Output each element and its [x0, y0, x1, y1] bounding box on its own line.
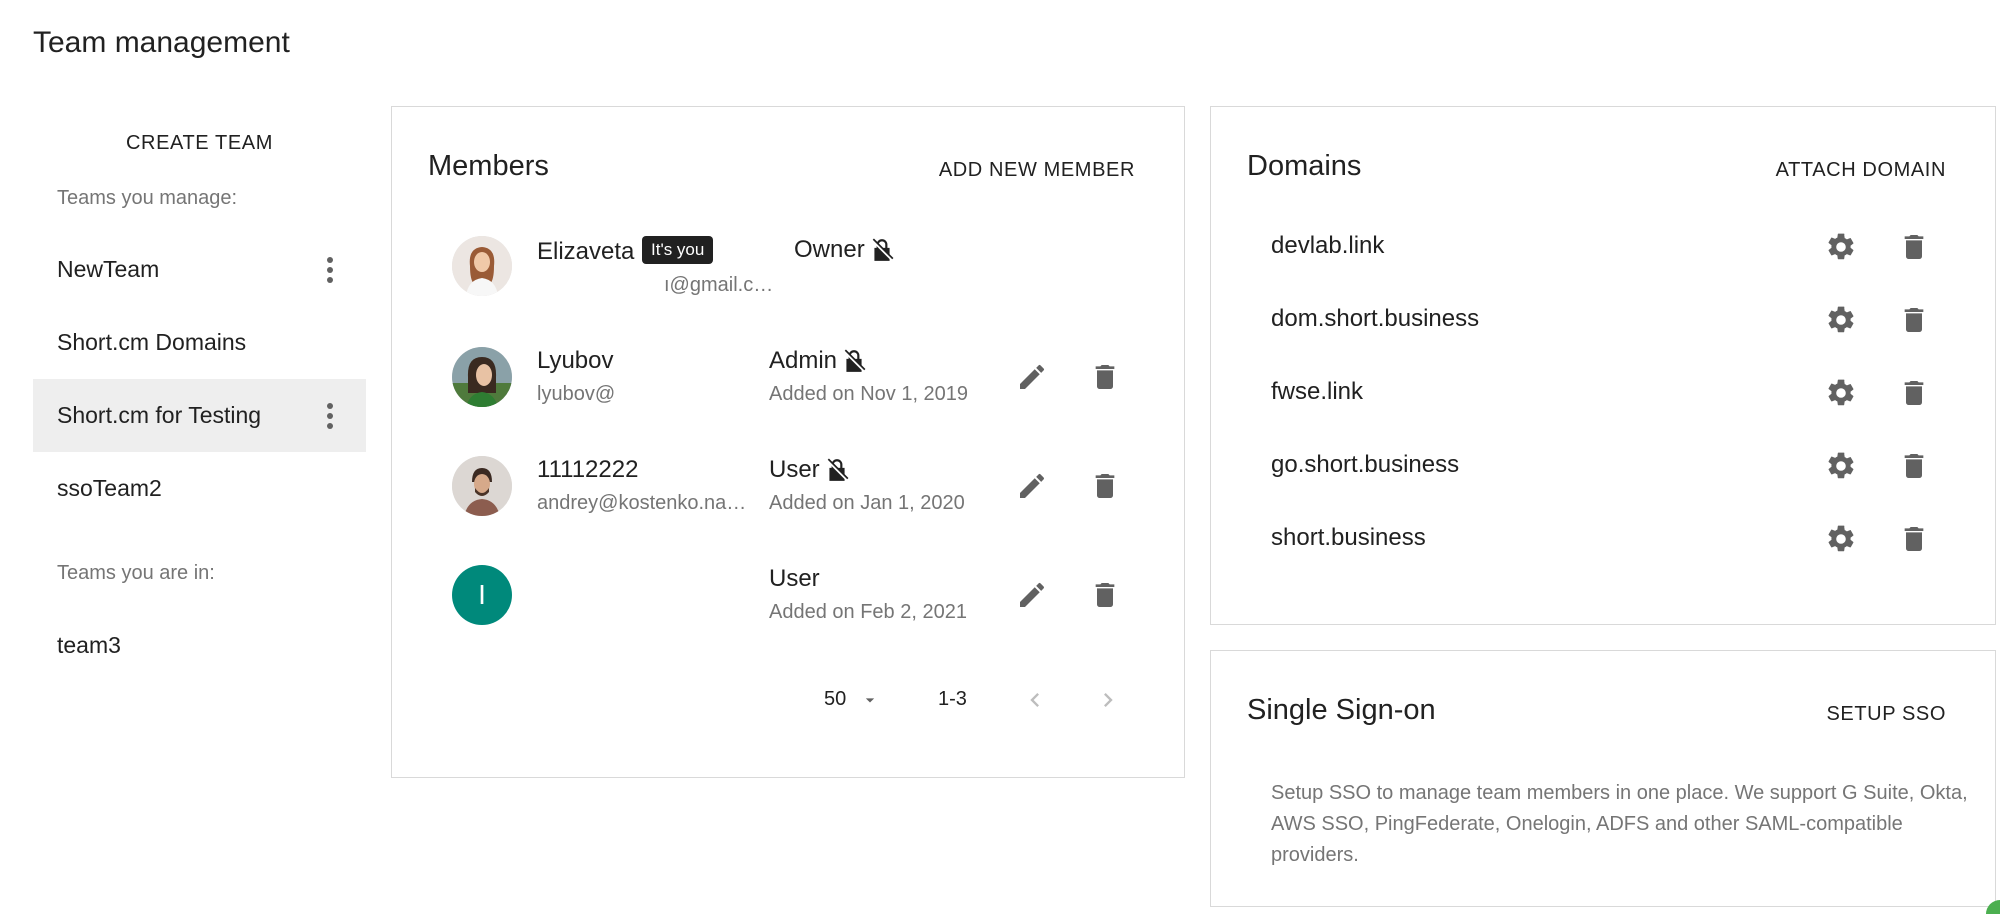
avatar: I [452, 565, 512, 625]
delete-icon[interactable] [1087, 577, 1123, 613]
its-you-badge: It's you [642, 236, 714, 264]
member-email: ı@gmail.c… [664, 274, 774, 296]
sidebar-team-short-cm-for-testing[interactable]: Short.cm for Testing [33, 379, 366, 452]
more-vert-icon[interactable] [324, 401, 336, 431]
avatar [452, 456, 512, 516]
sidebar-team-team3[interactable]: team3 [33, 609, 366, 682]
edit-icon[interactable] [1014, 468, 1050, 504]
sidebar-team-short-cm-domains[interactable]: Short.cm Domains [33, 306, 366, 379]
team-label: Short.cm for Testing [57, 402, 262, 428]
delete-icon[interactable] [1896, 521, 1932, 557]
add-new-member-button[interactable]: ADD NEW MEMBER [900, 159, 1135, 182]
create-team-button[interactable]: CREATE TEAM [33, 118, 366, 168]
lock-icon [841, 347, 867, 375]
domain-name: go.short.business [1271, 451, 1460, 478]
chevron-left-icon[interactable] [1017, 682, 1053, 718]
avatar [452, 347, 512, 407]
delete-icon[interactable] [1896, 302, 1932, 338]
members-title: Members [428, 150, 549, 182]
delete-icon[interactable] [1896, 375, 1932, 411]
page-size-value: 50 [824, 688, 847, 710]
sidebar-team-ssoteam2[interactable]: ssoTeam2 [33, 452, 366, 525]
members-card [391, 106, 1185, 778]
sso-description: Setup SSO to manage team members in one … [1271, 782, 1968, 866]
member-added-date: Added on Nov 1, 2019 [769, 383, 969, 405]
sso-title: Single Sign-on [1247, 694, 1436, 726]
member-added-date: Added on Jan 1, 2020 [769, 492, 965, 514]
team-label: NewTeam [57, 256, 160, 282]
domain-name: short.business [1271, 524, 1426, 551]
member-role: User [769, 456, 850, 484]
arrow-drop-down-icon [866, 697, 875, 702]
member-name: Lyubov [537, 347, 614, 374]
gear-icon[interactable] [1823, 375, 1859, 411]
setup-sso-button[interactable]: SETUP SSO [1760, 703, 1946, 726]
page-title: Team management [33, 26, 290, 59]
lock-icon [824, 456, 850, 484]
team-label: team3 [57, 632, 121, 658]
page-size-select[interactable]: 50 [824, 688, 880, 711]
member-role: Admin [769, 347, 867, 375]
role-label: User [769, 456, 820, 483]
sidebar-team-newteam[interactable]: NewTeam [33, 233, 366, 306]
domain-name: devlab.link [1271, 232, 1385, 259]
teams-you-manage-label: Teams you manage: [57, 187, 238, 209]
gear-icon[interactable] [1823, 302, 1859, 338]
member-added-date: Added on Feb 2, 2021 [769, 601, 967, 623]
member-email: andrey@kostenko.na… [537, 492, 747, 514]
delete-icon[interactable] [1087, 359, 1123, 395]
role-label: Admin [769, 347, 838, 374]
member-name: 11112222 [537, 456, 639, 483]
delete-icon[interactable] [1896, 229, 1932, 265]
team-label: Short.cm Domains [57, 329, 247, 355]
more-vert-icon[interactable] [324, 255, 336, 285]
domain-name: dom.short.business [1271, 305, 1480, 332]
team-label: ssoTeam2 [57, 475, 162, 501]
domains-title: Domains [1247, 150, 1362, 182]
page-range: 1-3 [938, 688, 967, 710]
teams-you-are-in-label: Teams you are in: [57, 562, 215, 584]
gear-icon[interactable] [1823, 448, 1859, 484]
lock-icon [869, 236, 895, 264]
role-label: Owner [794, 236, 865, 263]
delete-icon[interactable] [1896, 448, 1932, 484]
member-email: lyubov@ [537, 383, 616, 405]
edit-icon[interactable] [1014, 577, 1050, 613]
member-role: User [769, 565, 820, 593]
member-name: Elizaveta [537, 238, 635, 265]
domain-name: fwse.link [1271, 378, 1364, 405]
attach-domain-button[interactable]: ATTACH DOMAIN [1700, 159, 1946, 182]
gear-icon[interactable] [1823, 229, 1859, 265]
avatar [452, 236, 512, 296]
role-label: User [769, 565, 820, 592]
edit-icon[interactable] [1014, 359, 1050, 395]
chevron-right-icon[interactable] [1090, 682, 1126, 718]
gear-icon[interactable] [1823, 521, 1859, 557]
member-role: Owner [794, 236, 895, 264]
delete-icon[interactable] [1087, 468, 1123, 504]
